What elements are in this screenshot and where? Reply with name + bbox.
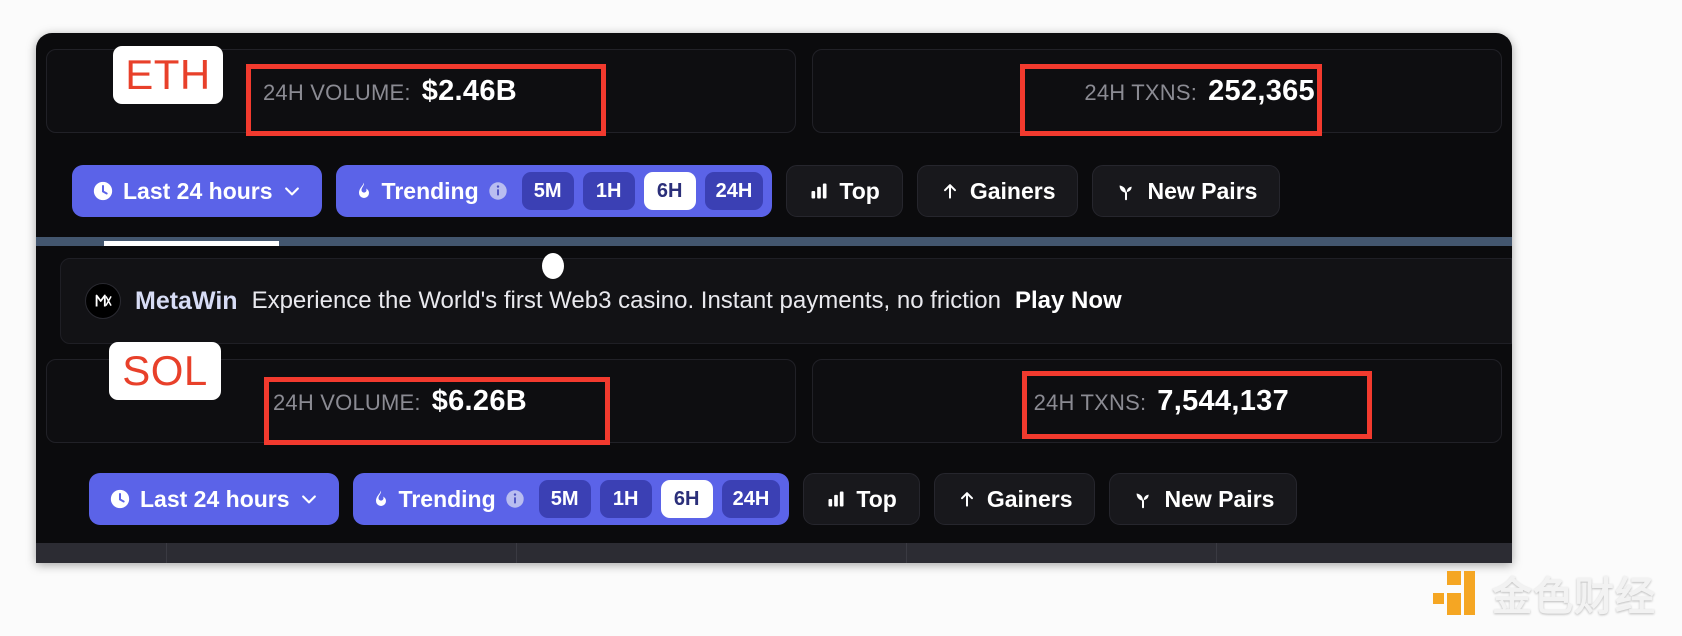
sol-chain-symbol: SOL bbox=[122, 347, 208, 394]
arrow-up-icon bbox=[957, 488, 977, 510]
dex-screener-window: ETH 24H VOLUME: $2.46B 24H TXNS: 252,365… bbox=[36, 33, 1512, 563]
eth-timeframe-button[interactable]: Last 24 hours bbox=[72, 165, 322, 217]
promo-text: Experience the World's first Web3 casino… bbox=[251, 287, 1001, 314]
metawin-logo-icon bbox=[85, 283, 121, 319]
table-divider bbox=[516, 543, 517, 563]
sol-volume-card[interactable]: SOL 24H VOLUME: $6.26B bbox=[46, 342, 796, 443]
eth-gainers-button[interactable]: Gainers bbox=[916, 165, 1079, 217]
sol-txns-label: 24H TXNS: bbox=[1033, 389, 1147, 415]
eth-trending-label-wrap[interactable]: Trending bbox=[354, 178, 509, 205]
eth-pill-1h[interactable]: 1H bbox=[582, 172, 635, 210]
eth-pill-5m[interactable]: 5M bbox=[521, 172, 574, 210]
sol-pill-6h[interactable]: 6H bbox=[660, 480, 713, 518]
table-header-strip bbox=[36, 543, 1512, 563]
sol-timeframe-button[interactable]: Last 24 hours bbox=[89, 473, 339, 525]
clock-icon bbox=[92, 180, 114, 202]
eth-stat-row: ETH 24H VOLUME: $2.46B 24H TXNS: 252,365 bbox=[46, 46, 1502, 133]
eth-filter-toolbar: Last 24 hours Trending 5M 1H 6H 24H Top … bbox=[72, 165, 1281, 217]
info-icon[interactable] bbox=[487, 180, 509, 202]
sol-new-pairs-label: New Pairs bbox=[1164, 485, 1275, 512]
watermark: 金色财经 bbox=[1426, 564, 1656, 622]
eth-new-pairs-button[interactable]: New Pairs bbox=[1092, 165, 1281, 217]
sol-filter-toolbar: Last 24 hours Trending 5M 1H 6H 24H Top … bbox=[89, 473, 1298, 525]
bar-chart-icon bbox=[826, 489, 846, 509]
carousel-handle[interactable] bbox=[542, 253, 564, 279]
table-divider bbox=[1216, 543, 1217, 563]
eth-gainers-label: Gainers bbox=[969, 177, 1056, 204]
table-divider bbox=[906, 543, 907, 563]
eth-top-label: Top bbox=[839, 177, 880, 204]
sol-trending-label-wrap[interactable]: Trending bbox=[371, 486, 526, 513]
promo-banner[interactable]: MetaWin Experience the World's first Web… bbox=[60, 258, 1512, 344]
arrow-up-icon bbox=[940, 180, 960, 202]
chevron-down-icon bbox=[282, 181, 302, 201]
eth-pill-24h[interactable]: 24H bbox=[704, 172, 764, 210]
sol-trending-group: Trending 5M 1H 6H 24H bbox=[352, 473, 790, 525]
flame-icon bbox=[371, 487, 391, 511]
eth-new-pairs-label: New Pairs bbox=[1147, 177, 1258, 204]
sol-volume-value: $6.26B bbox=[431, 384, 528, 417]
sol-trending-label: Trending bbox=[398, 485, 496, 512]
promo-play-now-link[interactable]: Play Now bbox=[1015, 287, 1122, 315]
carousel-progress-bar[interactable] bbox=[36, 237, 1512, 246]
sol-txns-metric: 24H TXNS: 7,544,137 bbox=[1034, 385, 1289, 418]
sprout-icon bbox=[1115, 180, 1137, 202]
sol-pill-5m[interactable]: 5M bbox=[538, 480, 591, 518]
eth-txns-card[interactable]: 24H TXNS: 252,365 bbox=[812, 49, 1502, 133]
sol-top-button[interactable]: Top bbox=[803, 473, 920, 525]
info-icon[interactable] bbox=[504, 488, 526, 510]
eth-chain-symbol: ETH bbox=[125, 51, 211, 98]
flame-icon bbox=[354, 179, 374, 203]
sol-txns-card[interactable]: 24H TXNS: 7,544,137 bbox=[812, 359, 1502, 443]
sol-pill-24h[interactable]: 24H bbox=[721, 480, 781, 518]
sol-new-pairs-button[interactable]: New Pairs bbox=[1109, 473, 1298, 525]
sol-txns-value: 7,544,137 bbox=[1157, 384, 1289, 417]
eth-txns-metric: 24H TXNS: 252,365 bbox=[1084, 75, 1315, 108]
sol-pill-1h[interactable]: 1H bbox=[599, 480, 652, 518]
eth-top-button[interactable]: Top bbox=[786, 165, 903, 217]
sol-volume-metric: 24H VOLUME: $6.26B bbox=[273, 385, 527, 418]
eth-txns-value: 252,365 bbox=[1208, 74, 1315, 107]
watermark-text: 金色财经 bbox=[1492, 574, 1656, 620]
eth-volume-value: $2.46B bbox=[421, 74, 518, 107]
sol-volume-label: 24H VOLUME: bbox=[273, 389, 421, 415]
eth-volume-card[interactable]: ETH 24H VOLUME: $2.46B bbox=[46, 46, 796, 133]
eth-trending-label: Trending bbox=[381, 177, 479, 204]
jinse-logo-icon bbox=[1433, 571, 1475, 615]
eth-timeframe-label: Last 24 hours bbox=[123, 177, 273, 204]
bar-chart-icon bbox=[809, 181, 829, 201]
eth-txns-label: 24H TXNS: bbox=[1084, 79, 1198, 105]
table-divider bbox=[166, 543, 167, 563]
sol-gainers-label: Gainers bbox=[986, 485, 1073, 512]
sol-gainers-button[interactable]: Gainers bbox=[933, 473, 1096, 525]
eth-volume-label: 24H VOLUME: bbox=[263, 79, 411, 105]
sol-top-label: Top bbox=[856, 485, 897, 512]
sol-timeframe-label: Last 24 hours bbox=[140, 485, 290, 512]
sol-stat-row: SOL 24H VOLUME: $6.26B 24H TXNS: 7,544,1… bbox=[46, 342, 1502, 443]
sprout-icon bbox=[1132, 488, 1154, 510]
eth-trending-group: Trending 5M 1H 6H 24H bbox=[335, 165, 773, 217]
chevron-down-icon bbox=[299, 489, 319, 509]
eth-volume-metric: 24H VOLUME: $2.46B bbox=[263, 75, 517, 108]
promo-brand: MetaWin bbox=[135, 286, 238, 315]
carousel-progress-fill bbox=[104, 241, 279, 246]
eth-pill-6h[interactable]: 6H bbox=[643, 172, 696, 210]
clock-icon bbox=[109, 488, 131, 510]
sol-chain-badge: SOL bbox=[109, 342, 221, 400]
eth-chain-badge: ETH bbox=[113, 46, 223, 104]
